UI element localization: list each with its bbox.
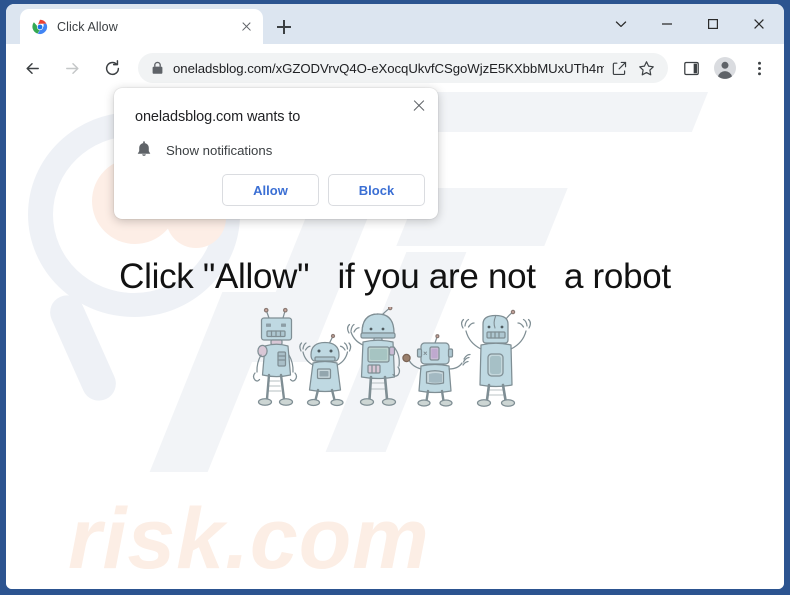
address-bar[interactable]: oneladsblog.com/xGZODVrvQ4O-eXocqUkvfCSg…	[138, 53, 668, 83]
chrome-favicon-icon	[32, 19, 48, 35]
browser-tab[interactable]: Click Allow	[20, 9, 263, 44]
robot-5	[461, 309, 531, 407]
robot-2	[299, 333, 352, 407]
minimize-button[interactable]	[644, 7, 690, 41]
close-tab-icon[interactable]	[237, 18, 255, 36]
minimize-icon	[662, 23, 672, 25]
tab-strip: Click Allow	[6, 4, 784, 44]
side-panel-button[interactable]	[676, 53, 706, 83]
permission-row: Show notifications	[136, 141, 272, 159]
maximize-button[interactable]	[690, 7, 736, 41]
back-button[interactable]	[16, 52, 48, 84]
three-dots-icon	[757, 61, 761, 75]
new-tab-button[interactable]	[271, 14, 297, 40]
share-icon[interactable]	[607, 56, 631, 80]
watermark-text: risk.com	[68, 491, 430, 587]
reload-button[interactable]	[96, 52, 128, 84]
allow-button[interactable]: Allow	[222, 174, 319, 206]
close-dialog-icon[interactable]	[408, 95, 430, 117]
robots-illustration	[249, 307, 539, 432]
close-icon	[754, 19, 764, 29]
forward-button[interactable]	[56, 52, 88, 84]
robot-3	[347, 307, 401, 406]
permission-label: Show notifications	[166, 142, 273, 158]
browser-toolbar: oneladsblog.com/xGZODVrvQ4O-eXocqUkvfCSg…	[6, 44, 784, 92]
profile-button[interactable]	[710, 53, 740, 83]
block-button[interactable]: Block	[328, 174, 425, 206]
avatar-icon	[714, 57, 736, 79]
lock-icon	[151, 61, 164, 75]
robot-1	[252, 307, 298, 406]
maximize-icon	[707, 18, 719, 30]
arrow-right-icon	[65, 62, 79, 74]
bookmark-star-icon[interactable]	[634, 56, 658, 80]
bell-icon	[136, 141, 152, 159]
window-controls	[598, 4, 782, 44]
arrow-left-icon	[25, 62, 39, 74]
side-panel-icon	[683, 61, 699, 75]
chevron-down-icon	[615, 21, 627, 28]
page-headline: Click "Allow" if you are not a robot	[119, 257, 671, 296]
browser-window: Click Allow oneladsblog.com/xGZODVrvQ4O-…	[6, 4, 784, 589]
watermark-magnifier-handle	[44, 289, 122, 407]
tab-title: Click Allow	[57, 19, 118, 34]
five-robots-svg	[252, 307, 531, 407]
robot-4	[402, 334, 471, 407]
close-window-button[interactable]	[736, 7, 782, 41]
tab-search-button[interactable]	[598, 7, 644, 41]
dialog-title: oneladsblog.com wants to	[135, 109, 301, 125]
reload-icon	[105, 59, 119, 75]
chrome-menu-button[interactable]	[744, 53, 774, 83]
url-text: oneladsblog.com/xGZODVrvQ4O-eXocqUkvfCSg…	[173, 60, 604, 76]
screenshot-root: Click Allow oneladsblog.com/xGZODVrvQ4O-…	[0, 0, 790, 595]
dialog-actions: Allow Block	[222, 174, 425, 206]
notification-permission-dialog: oneladsblog.com wants to Show notificati…	[114, 88, 438, 219]
watermark-stripe	[391, 92, 717, 132]
